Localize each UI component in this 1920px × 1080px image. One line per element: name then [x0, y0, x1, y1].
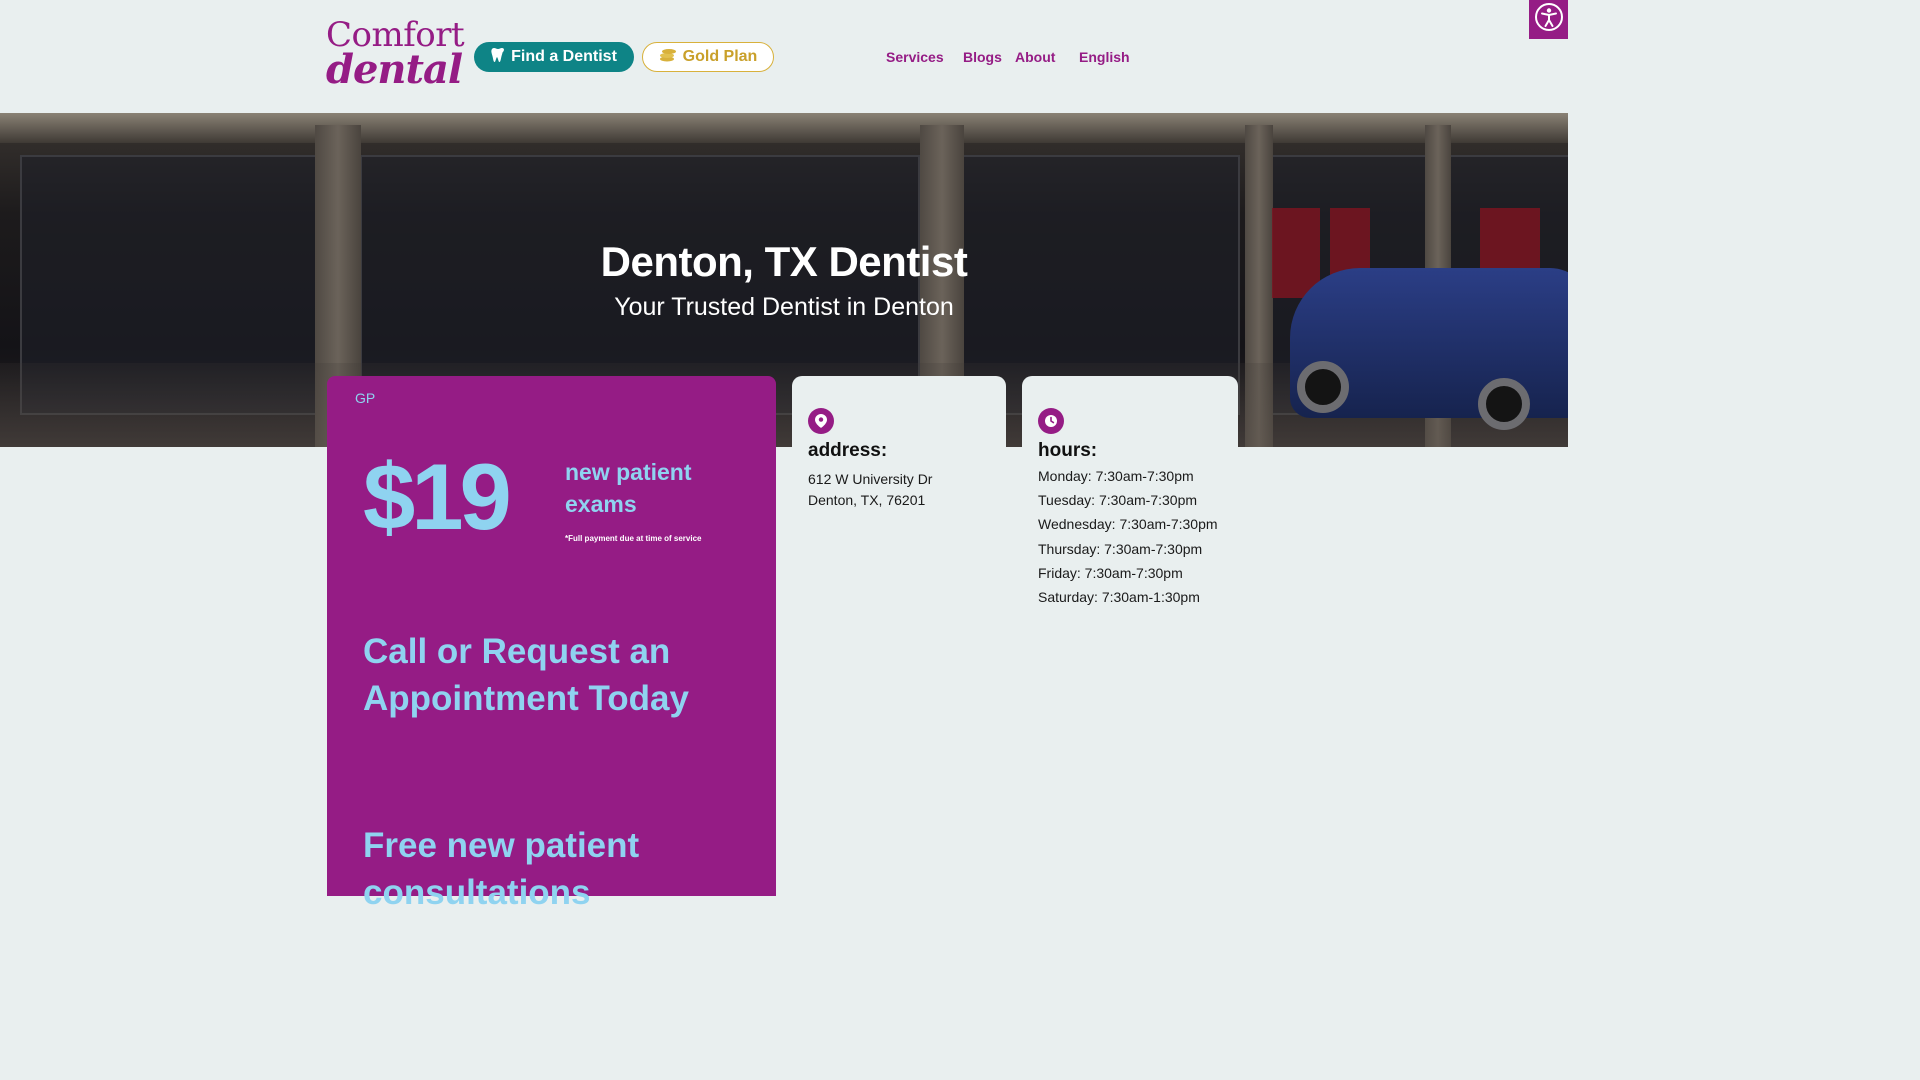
promo-price: $19 — [363, 444, 512, 549]
address-line-1[interactable]: 612 W University Dr — [808, 469, 932, 490]
find-a-dentist-label: Find a Dentist — [511, 48, 617, 65]
page-title: Denton, TX Dentist — [600, 238, 968, 285]
appointment-cta: Call or Request an Appointment Today — [363, 632, 689, 718]
tooth-icon — [491, 47, 505, 68]
nav-about[interactable]: About — [1015, 49, 1055, 65]
hours-heading: hours: — [1038, 440, 1098, 461]
car-wheel — [1297, 361, 1349, 413]
promo-fine-print: *Full payment due at time of service — [565, 534, 702, 543]
accessibility-icon — [1534, 2, 1564, 37]
nav-services[interactable]: Services — [886, 49, 944, 65]
hours-friday: Friday: 7:30am-7:30pm — [1038, 564, 1183, 581]
accessibility-button[interactable] — [1529, 0, 1568, 39]
coins-icon — [659, 47, 677, 68]
hours-list: Monday: 7:30am-7:30pm Tuesday: 7:30am-7:… — [1038, 464, 1218, 609]
gold-plan-button[interactable]: Gold Plan — [642, 42, 774, 72]
promo-badge: GP — [355, 390, 376, 406]
hours-card: hours: Monday: 7:30am-7:30pm Tuesday: 7:… — [1022, 376, 1238, 896]
comfort-dental-logo[interactable]: Comfort dental — [326, 16, 465, 98]
hours-wednesday: Wednesday: 7:30am-7:30pm — [1038, 516, 1218, 533]
car-wheel — [1478, 378, 1530, 430]
hours-monday: Monday: 7:30am-7:30pm — [1038, 468, 1194, 484]
gold-plan-label: Gold Plan — [682, 48, 758, 65]
page-subtitle: Your Trusted Dentist in Denton — [614, 293, 954, 321]
map-pin-icon — [808, 408, 834, 434]
hours-thursday: Thursday: 7:30am-7:30pm — [1038, 540, 1203, 557]
logo-bottom-text: dental — [326, 46, 463, 93]
promo-card: GP $19 new patient exams *Full payment d… — [327, 376, 776, 912]
hours-saturday: Saturday: 7:30am-1:30pm — [1038, 589, 1200, 606]
hours-tuesday: Tuesday: 7:30am-7:30pm — [1038, 492, 1198, 509]
promo-price-label: new patient exams — [565, 459, 692, 517]
address-card: address: 612 W University Dr Denton, TX,… — [792, 376, 1006, 896]
site-header: Comfort dental Find a Dentist Gold Plan … — [0, 0, 1568, 113]
address-line-2[interactable]: Denton, TX, 76201 — [808, 490, 925, 511]
free-consultation-text: Free new patient consultations — [363, 826, 640, 912]
storefront-roof — [0, 113, 1568, 143]
nav-blogs[interactable]: Blogs — [963, 49, 1002, 65]
clock-icon — [1038, 408, 1064, 434]
address-heading: address: — [808, 440, 888, 461]
language-selector[interactable]: English — [1079, 49, 1130, 65]
find-a-dentist-button[interactable]: Find a Dentist — [474, 42, 634, 72]
